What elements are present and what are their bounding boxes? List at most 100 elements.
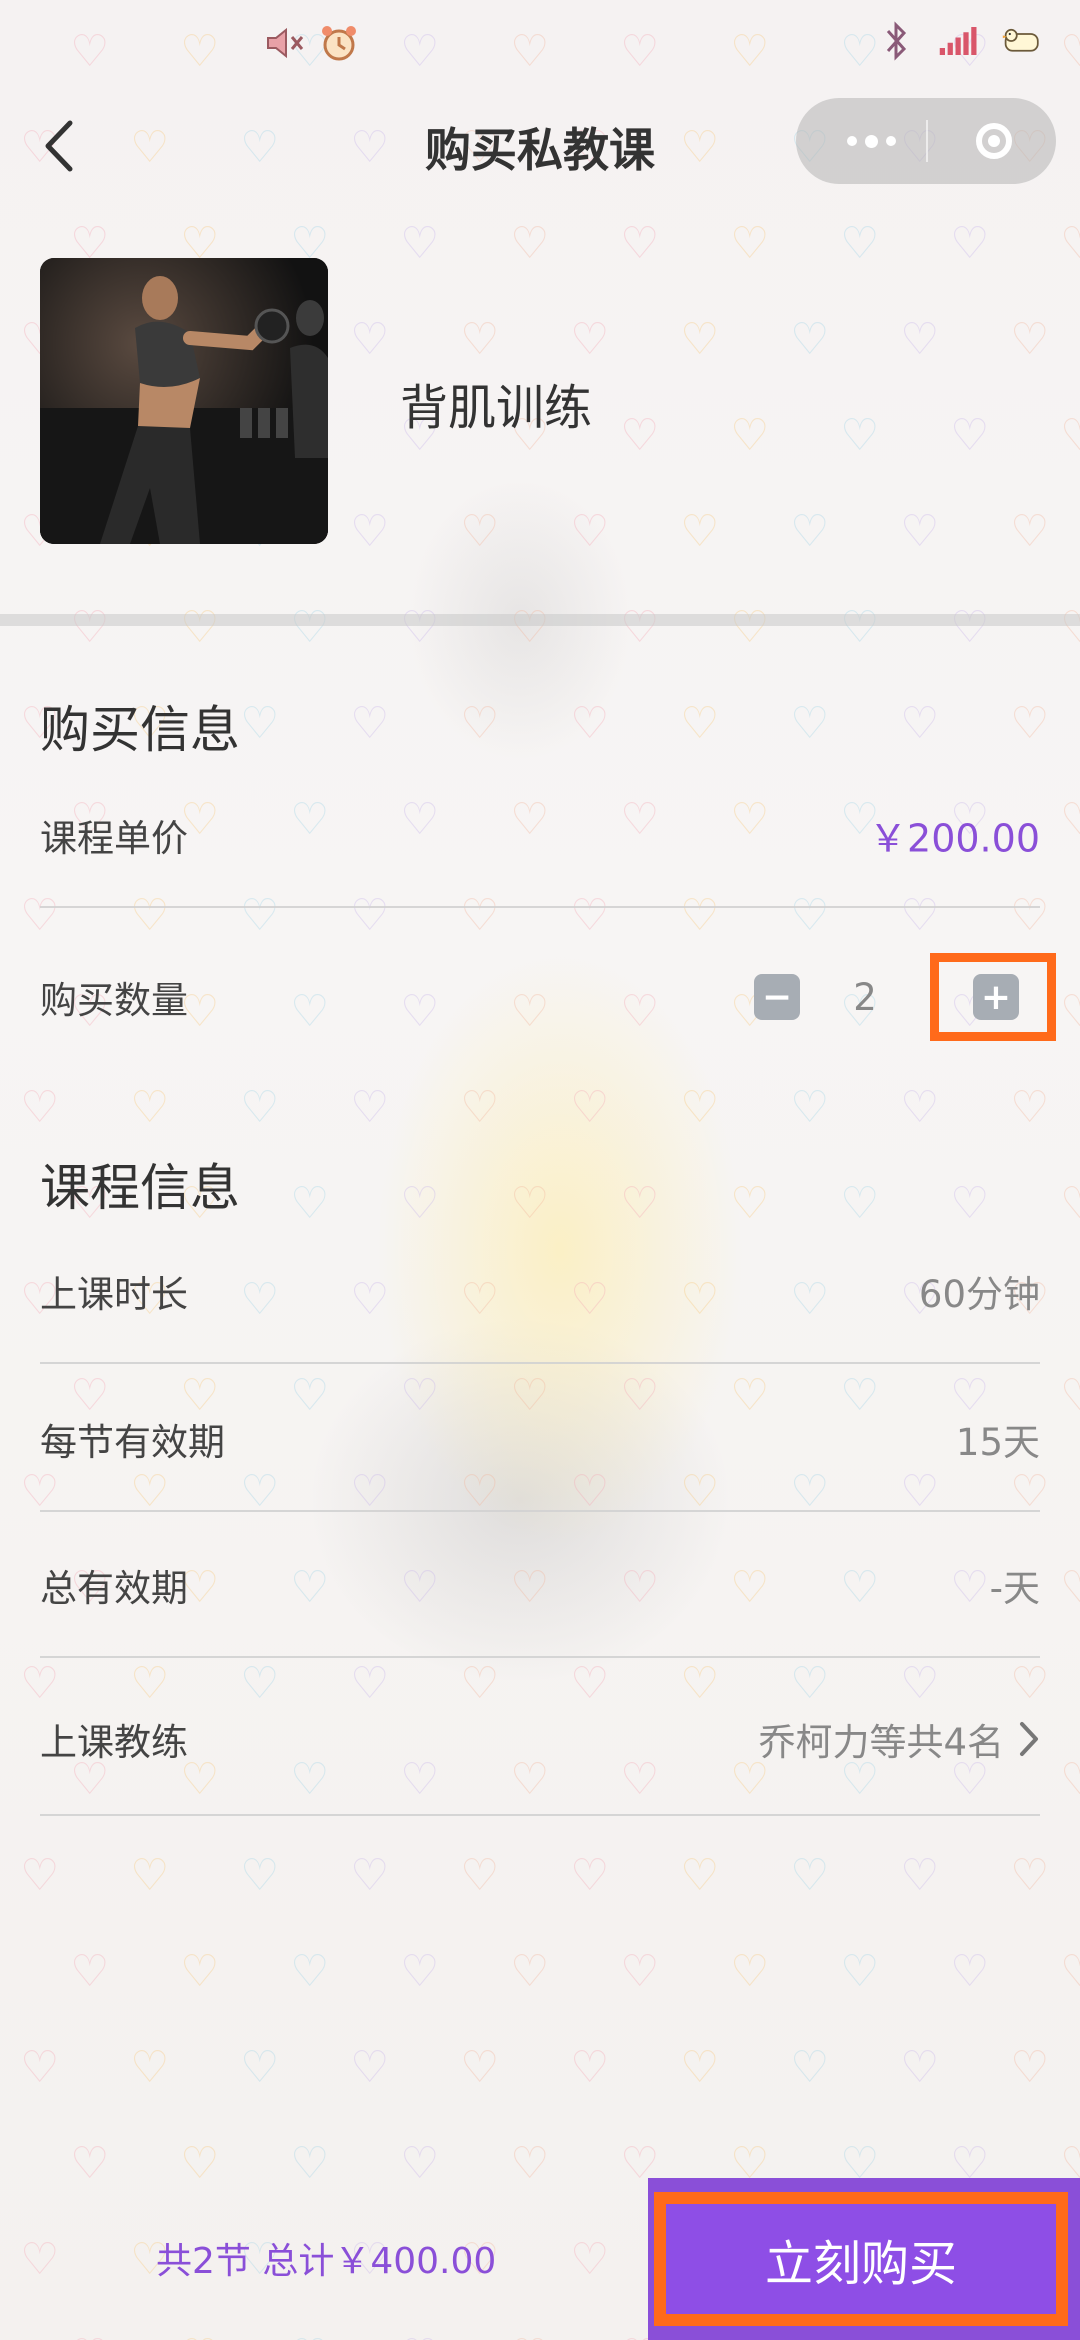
heart-decoration-icon: ♡ (680, 2042, 720, 2093)
heart-decoration-icon: ♡ (900, 2042, 940, 2093)
heart-decoration-icon: ♡ (180, 1946, 220, 1997)
duration-value: 60分钟 (918, 1273, 1040, 1316)
more-dot-icon (885, 136, 896, 146)
course-info-title: 课程信息 (40, 1159, 240, 1217)
quantity-label: 购买数量 (40, 979, 188, 1022)
heart-decoration-icon: ♡ (1060, 1370, 1080, 1421)
heart-decoration-icon: ♡ (570, 1850, 610, 1901)
status-icons-right (876, 20, 1042, 62)
section-divider (0, 614, 1080, 626)
alarm-icon (318, 22, 360, 64)
buy-now-button[interactable]: 立刻购买 (654, 2192, 1068, 2326)
heart-decoration-icon: ♡ (350, 1082, 390, 1133)
row-divider (40, 1656, 1040, 1658)
course-name: 背肌训练 (400, 380, 593, 436)
heart-decoration-icon: ♡ (70, 602, 110, 653)
heart-decoration-icon: ♡ (1010, 1850, 1050, 1901)
unit-price-label: 课程单价 (40, 817, 188, 860)
increase-highlight: + (930, 953, 1056, 1041)
heart-decoration-icon: ♡ (900, 1082, 940, 1133)
heart-decoration-icon: ♡ (1060, 1562, 1080, 1613)
quantity-row: 购买数量 − 2 + (40, 924, 1056, 1070)
miniprogram-capsule (796, 98, 1056, 184)
heart-decoration-icon: ♡ (900, 1850, 940, 1901)
heart-decoration-icon: ♡ (240, 1850, 280, 1901)
coach-value: 乔柯力等共4名 (758, 1712, 1040, 1766)
heart-decoration-icon: ♡ (620, 602, 660, 653)
course-header: 背肌训练 (0, 258, 1080, 548)
quantity-value: 2 (853, 975, 877, 1019)
heart-decoration-icon: ♡ (1060, 794, 1080, 845)
heart-decoration-icon: ♡ (900, 698, 940, 749)
heart-decoration-icon: ♡ (130, 2042, 170, 2093)
heart-decoration-icon: ♡ (180, 602, 220, 653)
heart-decoration-icon: ♡ (1060, 1946, 1080, 1997)
decrease-quantity-button[interactable]: − (754, 974, 800, 1020)
bottom-bar: 共2节 总计￥400.00 立刻购买 (0, 2178, 1080, 2340)
heart-decoration-icon: ♡ (130, 1082, 170, 1133)
heart-decoration-icon: ♡ (1060, 602, 1080, 653)
capsule-divider (926, 120, 928, 162)
heart-decoration-icon: ♡ (460, 2042, 500, 2093)
heart-decoration-icon: ♡ (130, 1850, 170, 1901)
heart-decoration-icon: ♡ (350, 698, 390, 749)
heart-decoration-icon: ♡ (240, 1082, 280, 1133)
more-dot-icon (846, 136, 857, 146)
heart-decoration-icon: ♡ (620, 1946, 660, 1997)
unit-price-value: ￥200.00 (869, 816, 1040, 861)
heart-decoration-icon: ♡ (570, 1082, 610, 1133)
heart-decoration-icon: ♡ (680, 1082, 720, 1133)
duration-label: 上课时长 (40, 1273, 188, 1316)
battery-duck-icon (1000, 20, 1042, 62)
heart-decoration-icon: ♡ (70, 1946, 110, 1997)
target-icon (976, 123, 1012, 159)
heart-decoration-icon: ♡ (840, 1946, 880, 1997)
heart-decoration-icon: ♡ (460, 698, 500, 749)
row-divider (40, 1362, 1040, 1364)
heart-decoration-icon: ♡ (350, 1850, 390, 1901)
mute-icon (266, 22, 308, 64)
heart-decoration-icon: ♡ (730, 1946, 770, 1997)
row-divider (40, 906, 1040, 908)
heart-decoration-icon: ♡ (460, 1850, 500, 1901)
bluetooth-icon (876, 20, 918, 62)
heart-decoration-icon: ♡ (1010, 1082, 1050, 1133)
course-thumbnail (40, 258, 328, 544)
total-validity-value: -天 (989, 1567, 1040, 1610)
heart-decoration-icon: ♡ (20, 2042, 60, 2093)
heart-decoration-icon: ♡ (1010, 2042, 1050, 2093)
signal-icon (938, 20, 980, 62)
coach-label: 上课教练 (40, 1721, 188, 1764)
heart-decoration-icon: ♡ (290, 1946, 330, 1997)
heart-decoration-icon: ♡ (240, 698, 280, 749)
heart-decoration-icon: ♡ (680, 698, 720, 749)
heart-decoration-icon: ♡ (950, 602, 990, 653)
heart-decoration-icon: ♡ (730, 602, 770, 653)
coach-row[interactable]: 上课教练 乔柯力等共4名 (40, 1662, 1040, 1816)
more-button[interactable] (816, 98, 926, 184)
close-miniprogram-button[interactable] (944, 98, 1044, 184)
per-session-validity-row: 每节有效期 15天 (40, 1366, 1040, 1512)
chevron-right-icon (1020, 1722, 1038, 1756)
heart-decoration-icon: ♡ (790, 698, 830, 749)
heart-decoration-icon: ♡ (400, 602, 440, 653)
row-divider (40, 1814, 1040, 1816)
heart-decoration-icon: ♡ (510, 602, 550, 653)
per-session-validity-value: 15天 (955, 1421, 1040, 1464)
minus-icon: − (761, 976, 793, 1018)
heart-decoration-icon: ♡ (460, 1082, 500, 1133)
more-dot-icon (864, 134, 878, 148)
heart-decoration-icon: ♡ (350, 2042, 390, 2093)
order-summary: 共2节 总计￥400.00 (156, 2241, 497, 2282)
heart-decoration-icon: ♡ (790, 2042, 830, 2093)
total-validity-row: 总有效期 -天 (40, 1512, 1040, 1658)
heart-decoration-icon: ♡ (290, 602, 330, 653)
heart-decoration-icon: ♡ (570, 698, 610, 749)
heart-decoration-icon: ♡ (1060, 1178, 1080, 1229)
increase-quantity-button[interactable]: + (973, 974, 1019, 1020)
per-session-validity-label: 每节有效期 (40, 1421, 225, 1464)
duration-row: 上课时长 60分钟 (40, 1218, 1040, 1364)
heart-decoration-icon: ♡ (840, 602, 880, 653)
plus-icon: + (980, 976, 1012, 1018)
coach-names: 乔柯力等共4名 (758, 1721, 1004, 1764)
